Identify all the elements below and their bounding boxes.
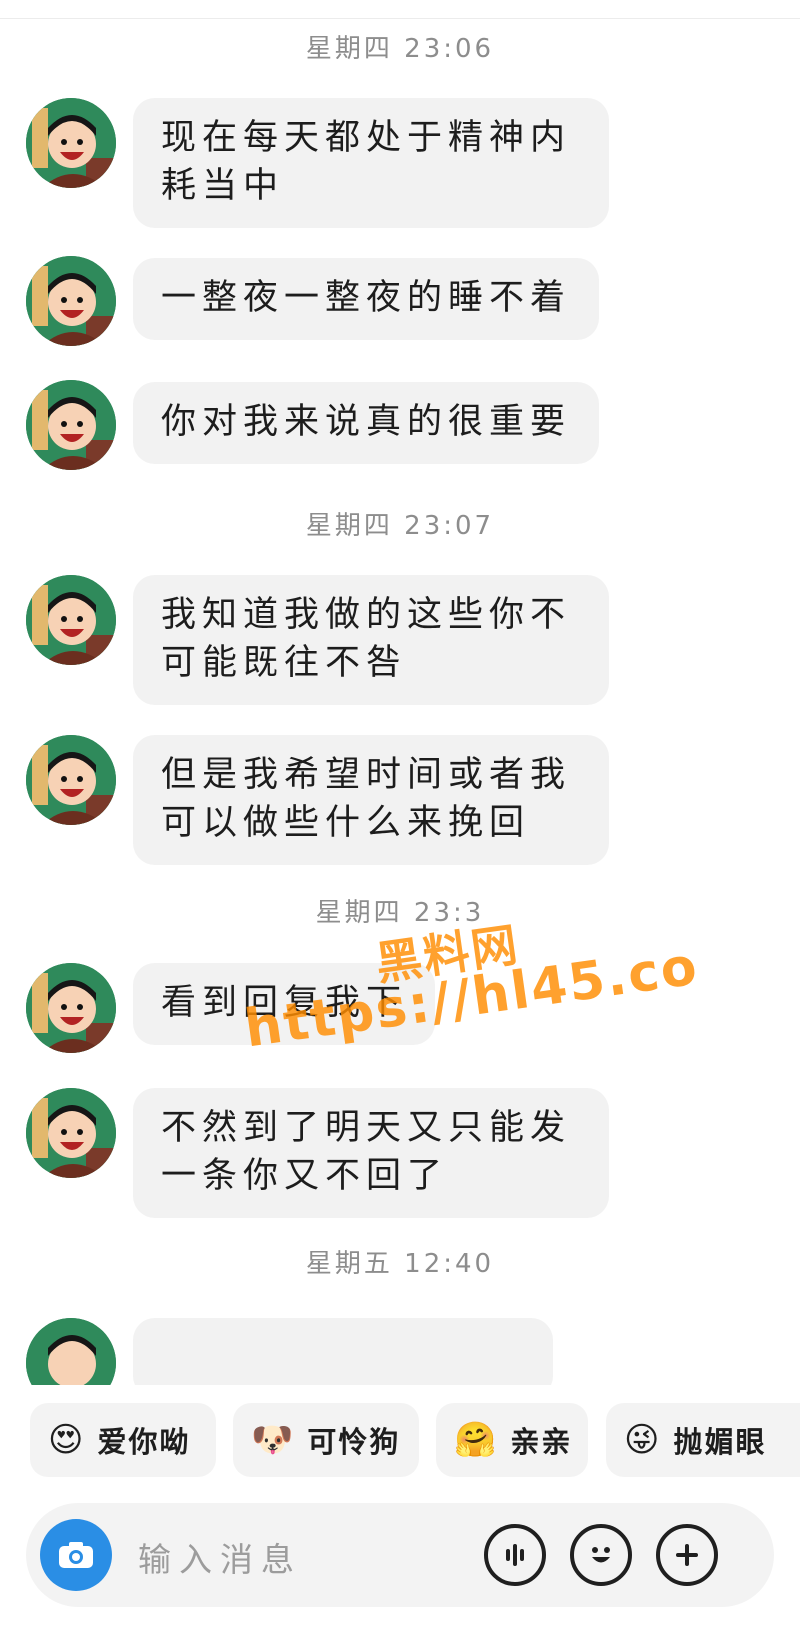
quick-reply-bar[interactable]: 😍 爱你呦 🐶 可怜狗 🤗 亲亲 😜 抛媚眼 bbox=[0, 1403, 800, 1485]
emoji-button[interactable] bbox=[570, 1524, 632, 1586]
message-input[interactable]: 输入消息 bbox=[138, 1533, 302, 1581]
message-bubble[interactable]: 但是我希望时间或者我可以做些什么来挽回 bbox=[133, 735, 609, 865]
message-bubble[interactable]: 你对我来说真的很重要 bbox=[133, 382, 600, 464]
message-input-bar: 输入消息 bbox=[26, 1503, 774, 1607]
message-bubble[interactable]: 不然到了明天又只能发一条你又不回了 bbox=[133, 1088, 609, 1218]
avatar[interactable] bbox=[26, 256, 116, 346]
voice-button[interactable] bbox=[484, 1524, 546, 1586]
quick-reply-label: 爱你呦 bbox=[97, 1425, 191, 1459]
cartoon-boy-avatar-icon bbox=[26, 380, 116, 470]
message-bubble-partial[interactable] bbox=[133, 1318, 553, 1385]
chat-history[interactable]: 星期四 23:06 现在每天都处于精神内耗当中 一整夜一整夜的睡不着 你对我来说… bbox=[0, 0, 800, 1385]
quick-reply-label: 抛媚眼 bbox=[673, 1425, 767, 1459]
smiley-icon bbox=[592, 1547, 610, 1563]
timestamp: 星期四 23:06 bbox=[305, 34, 495, 64]
cartoon-boy-avatar-icon bbox=[26, 963, 116, 1053]
cartoon-boy-avatar-icon bbox=[26, 256, 116, 346]
quick-reply-label: 可怜狗 bbox=[307, 1425, 401, 1459]
hug-emoji-icon: 🤗 bbox=[454, 1420, 499, 1460]
heart-eyes-emoji-icon: 😍 bbox=[48, 1420, 86, 1460]
camera-icon bbox=[59, 1542, 93, 1568]
wink-emoji-icon: 😜 bbox=[624, 1420, 662, 1460]
quick-reply-chip[interactable]: 😜 抛媚眼 bbox=[606, 1403, 800, 1477]
voice-wave-icon bbox=[506, 1544, 524, 1566]
camera-button[interactable] bbox=[40, 1519, 112, 1591]
avatar[interactable] bbox=[26, 963, 116, 1053]
timestamp: 星期四 23:3 bbox=[315, 898, 485, 928]
avatar[interactable] bbox=[26, 575, 116, 665]
plus-icon bbox=[676, 1544, 698, 1566]
cartoon-boy-avatar-icon bbox=[26, 1088, 116, 1178]
message-bubble[interactable]: 现在每天都处于精神内耗当中 bbox=[133, 98, 609, 228]
message-bubble[interactable]: 一整夜一整夜的睡不着 bbox=[133, 258, 600, 340]
quick-reply-chip[interactable]: 🤗 亲亲 bbox=[436, 1403, 588, 1477]
quick-reply-chip[interactable]: 😍 爱你呦 bbox=[30, 1403, 216, 1477]
message-bubble[interactable]: 看到回复我下 bbox=[133, 963, 436, 1045]
avatar[interactable] bbox=[26, 98, 116, 188]
cartoon-boy-avatar-icon bbox=[26, 575, 116, 665]
avatar[interactable] bbox=[26, 380, 116, 470]
puppy-emoji-icon: 🐶 bbox=[251, 1420, 296, 1460]
cartoon-boy-avatar-icon bbox=[26, 735, 116, 825]
cartoon-boy-avatar-icon bbox=[26, 1318, 116, 1385]
add-button[interactable] bbox=[656, 1524, 718, 1586]
message-bubble[interactable]: 我知道我做的这些你不可能既往不咎 bbox=[133, 575, 609, 705]
quick-reply-chip[interactable]: 🐶 可怜狗 bbox=[233, 1403, 419, 1477]
avatar[interactable] bbox=[26, 735, 116, 825]
cartoon-boy-avatar-icon bbox=[26, 98, 116, 188]
avatar[interactable] bbox=[26, 1318, 116, 1385]
timestamp: 星期四 23:07 bbox=[305, 511, 495, 541]
avatar[interactable] bbox=[26, 1088, 116, 1178]
timestamp: 星期五 12:40 bbox=[305, 1249, 495, 1279]
quick-reply-label: 亲亲 bbox=[510, 1425, 573, 1459]
